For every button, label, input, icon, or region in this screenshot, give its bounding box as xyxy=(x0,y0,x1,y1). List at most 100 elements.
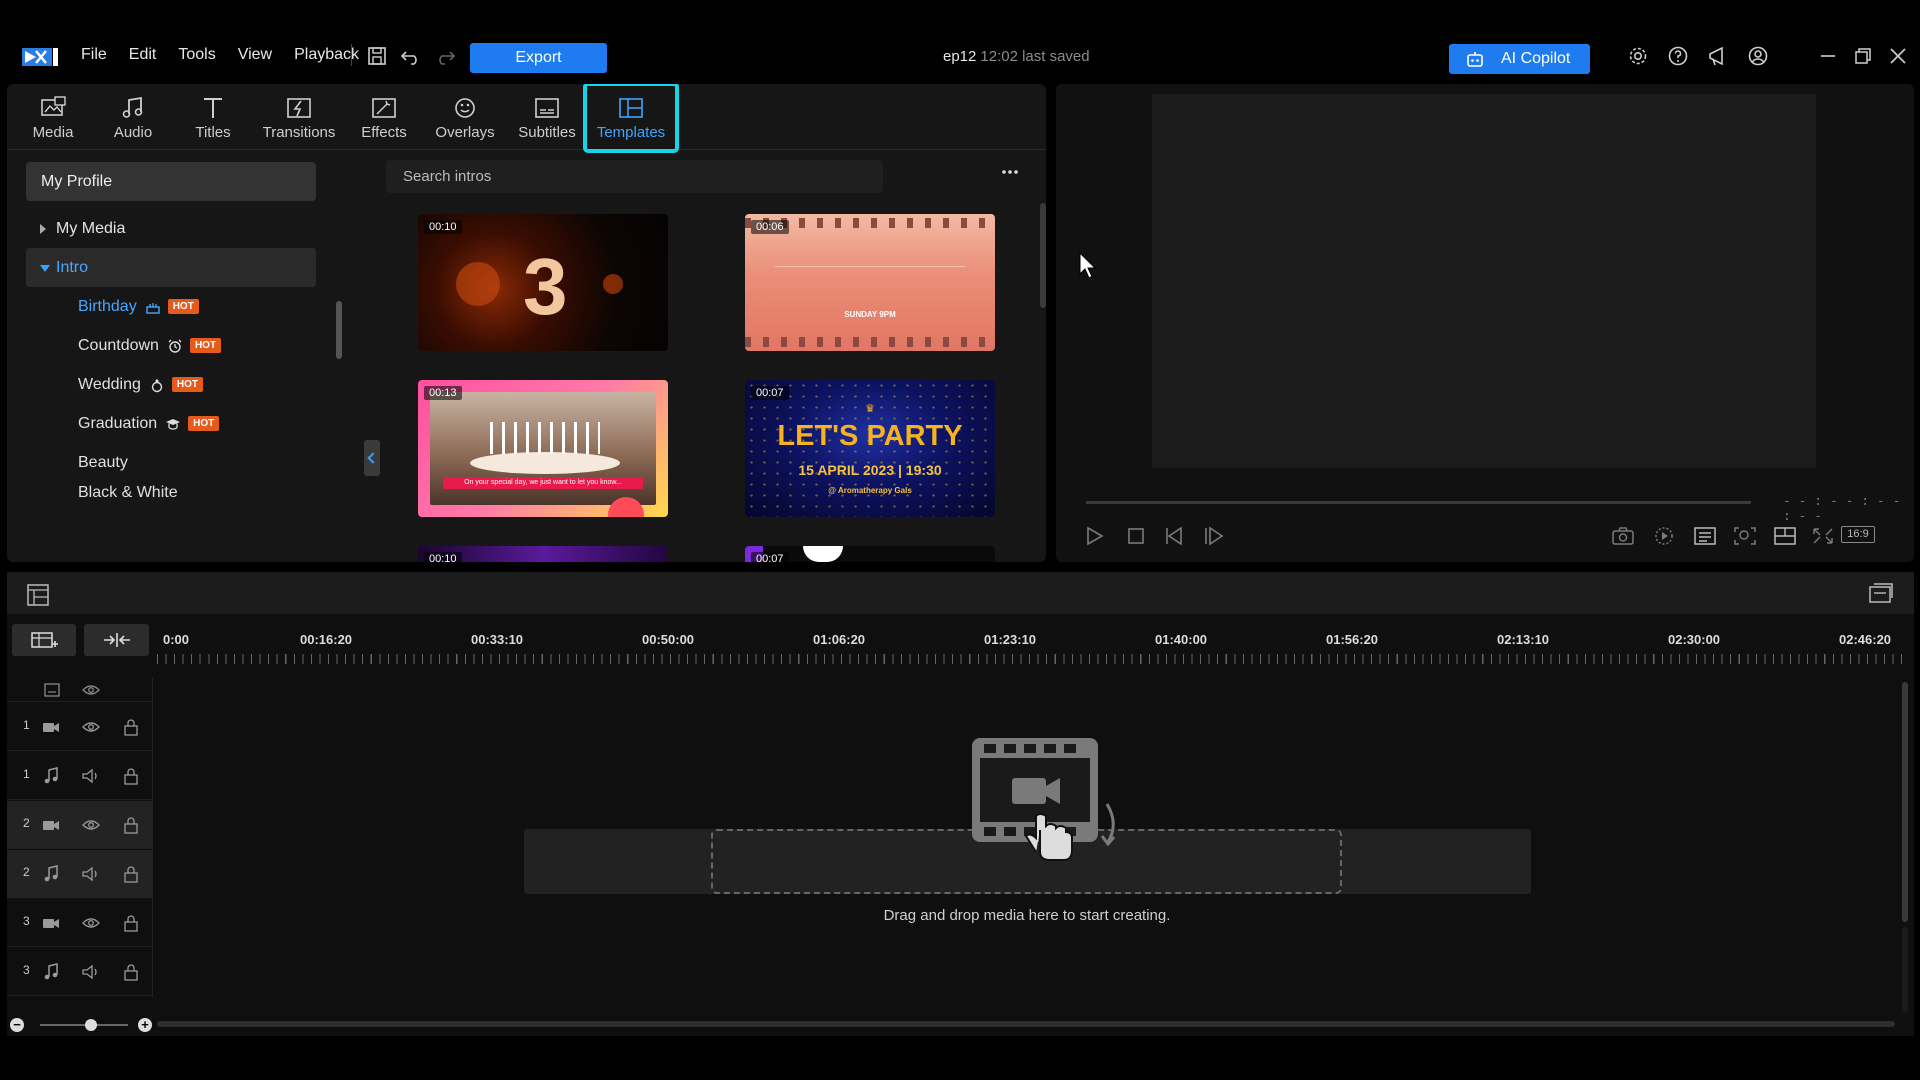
lock-icon[interactable] xyxy=(122,963,140,981)
storyboard-icon[interactable] xyxy=(26,583,50,607)
export-button[interactable]: Export xyxy=(470,43,607,73)
track-header-top xyxy=(7,678,152,702)
track-header-video-1[interactable]: 1 xyxy=(7,703,152,751)
save-icon[interactable] xyxy=(366,45,388,67)
tab-effects-label: Effects xyxy=(361,124,407,141)
fit-timeline-button[interactable] xyxy=(84,624,149,656)
render-preview-icon[interactable] xyxy=(1651,525,1677,547)
sidebar-scrollbar[interactable] xyxy=(336,301,342,359)
minimize-icon[interactable] xyxy=(1817,45,1839,67)
play-icon[interactable] xyxy=(1082,525,1108,547)
lock-icon[interactable] xyxy=(122,865,140,883)
template-thumbnail[interactable]: ♛ LET'S PARTY 15 APRIL 2023 | 19:30 @ Ar… xyxy=(745,380,995,517)
category-label: Wedding xyxy=(78,376,141,393)
category-beauty[interactable]: Beauty xyxy=(26,443,316,482)
next-frame-icon[interactable] xyxy=(1202,525,1228,547)
announcement-icon[interactable] xyxy=(1707,45,1729,67)
my-profile-button[interactable]: My Profile xyxy=(26,162,316,201)
track-header-audio-2[interactable]: 2 xyxy=(7,850,152,898)
track-header-video-2[interactable]: 2 xyxy=(7,801,152,849)
lock-icon[interactable] xyxy=(122,718,140,736)
app-logo-icon xyxy=(22,48,58,66)
menu-playback[interactable]: Playback xyxy=(294,46,359,64)
eye-icon[interactable] xyxy=(81,682,101,698)
zoom-slider[interactable] xyxy=(40,1024,128,1026)
timeline-vertical-scrollbar[interactable] xyxy=(1902,682,1908,922)
zoom-preview-icon[interactable] xyxy=(1732,525,1758,547)
template-scrollbar[interactable] xyxy=(1040,203,1046,561)
hot-badge: HOT xyxy=(171,377,203,392)
help-icon[interactable] xyxy=(1667,45,1689,67)
template-thumbnail[interactable]: 00:07 xyxy=(745,546,995,562)
duration-badge: 00:07 xyxy=(751,386,789,400)
timeline-settings-icon[interactable] xyxy=(1868,582,1894,606)
restore-icon[interactable] xyxy=(1852,45,1874,67)
crown-icon: ♛ xyxy=(865,403,875,415)
track-header-video-3[interactable]: 3 xyxy=(7,899,152,947)
zoom-in-icon[interactable]: + xyxy=(138,1018,152,1032)
zoom-slider-knob[interactable] xyxy=(85,1019,97,1031)
eye-icon[interactable] xyxy=(81,718,101,736)
tab-effects[interactable]: Effects xyxy=(345,84,423,150)
template-title: LET'S PARTY xyxy=(777,420,963,452)
time-ruler[interactable]: 0:00 00:16:20 00:33:10 00:50:00 01:06:20… xyxy=(157,632,1903,676)
tree-node-my-media[interactable]: My Media xyxy=(26,209,316,248)
category-graduation[interactable]: Graduation HOT xyxy=(26,404,316,443)
preview-timecode: - - : - - : - - : - - xyxy=(1783,494,1901,524)
stop-icon[interactable] xyxy=(1123,525,1149,547)
menu-file[interactable]: File xyxy=(81,46,107,64)
category-countdown[interactable]: Countdown HOT xyxy=(26,326,316,365)
lock-icon[interactable] xyxy=(122,767,140,785)
preview-screen[interactable] xyxy=(1152,94,1816,468)
tab-audio[interactable]: Audio xyxy=(93,84,173,150)
template-thumbnail[interactable]: SUNDAY 9PM 00:06 xyxy=(745,214,995,351)
account-icon[interactable] xyxy=(1747,45,1769,67)
more-options-icon[interactable] xyxy=(1000,168,1020,176)
search-input[interactable]: Search intros xyxy=(386,160,883,193)
speaker-icon[interactable] xyxy=(81,963,101,981)
preview-scrubber[interactable] xyxy=(1086,501,1751,504)
tree-node-intro[interactable]: Intro xyxy=(26,248,316,287)
track-header-audio-1[interactable]: 1 xyxy=(7,752,152,800)
eye-icon[interactable] xyxy=(81,816,101,834)
tab-overlays[interactable]: Overlays xyxy=(423,84,507,150)
redo-icon[interactable] xyxy=(434,45,456,67)
library-tabs: Media Audio Titles Transitions Effects O… xyxy=(7,84,1046,153)
template-thumbnail[interactable]: 00:10 xyxy=(418,546,668,562)
layout-icon[interactable] xyxy=(1772,525,1798,547)
lock-icon[interactable] xyxy=(122,816,140,834)
menu-view[interactable]: View xyxy=(238,46,272,64)
speaker-icon[interactable] xyxy=(81,767,101,785)
ai-copilot-button[interactable]: AI Copilot xyxy=(1449,44,1590,74)
settings-gear-icon[interactable] xyxy=(1627,45,1649,67)
template-thumbnail[interactable]: On your special day, we just want to let… xyxy=(418,380,668,517)
tab-transitions[interactable]: Transitions xyxy=(253,84,345,150)
menu-tools[interactable]: Tools xyxy=(178,46,215,64)
category-black-white[interactable]: Black & White xyxy=(26,482,316,502)
ruler-tick-label: 00:50:00 xyxy=(642,632,695,647)
track-list-icon[interactable] xyxy=(43,682,61,698)
template-thumbnail[interactable]: 3 00:10 xyxy=(418,214,668,351)
timeline-horizontal-scrollbar[interactable] xyxy=(157,1021,1895,1027)
tab-media[interactable]: Media xyxy=(13,84,93,150)
undo-icon[interactable] xyxy=(400,45,422,67)
aspect-ratio-button[interactable]: 16:9 xyxy=(1841,526,1875,543)
subtitles-toggle-icon[interactable] xyxy=(1692,525,1718,547)
close-icon[interactable] xyxy=(1887,45,1909,67)
track-header-audio-3[interactable]: 3 xyxy=(7,948,152,996)
hot-badge: HOT xyxy=(188,416,220,431)
eye-icon[interactable] xyxy=(81,914,101,932)
category-wedding[interactable]: Wedding HOT xyxy=(26,365,316,404)
speaker-icon[interactable] xyxy=(81,865,101,883)
previous-frame-icon[interactable] xyxy=(1163,525,1189,547)
menu-edit[interactable]: Edit xyxy=(129,46,157,64)
category-birthday[interactable]: Birthday HOT xyxy=(26,287,316,326)
tab-subtitles[interactable]: Subtitles xyxy=(507,84,587,150)
scrollbar-thumb[interactable] xyxy=(1040,203,1046,308)
track-manager-button[interactable] xyxy=(12,624,76,656)
tab-titles[interactable]: Titles xyxy=(173,84,253,150)
lock-icon[interactable] xyxy=(122,914,140,932)
snapshot-camera-icon[interactable] xyxy=(1610,525,1636,547)
zoom-out-icon[interactable]: − xyxy=(10,1018,24,1032)
fullscreen-icon[interactable] xyxy=(1810,525,1836,547)
